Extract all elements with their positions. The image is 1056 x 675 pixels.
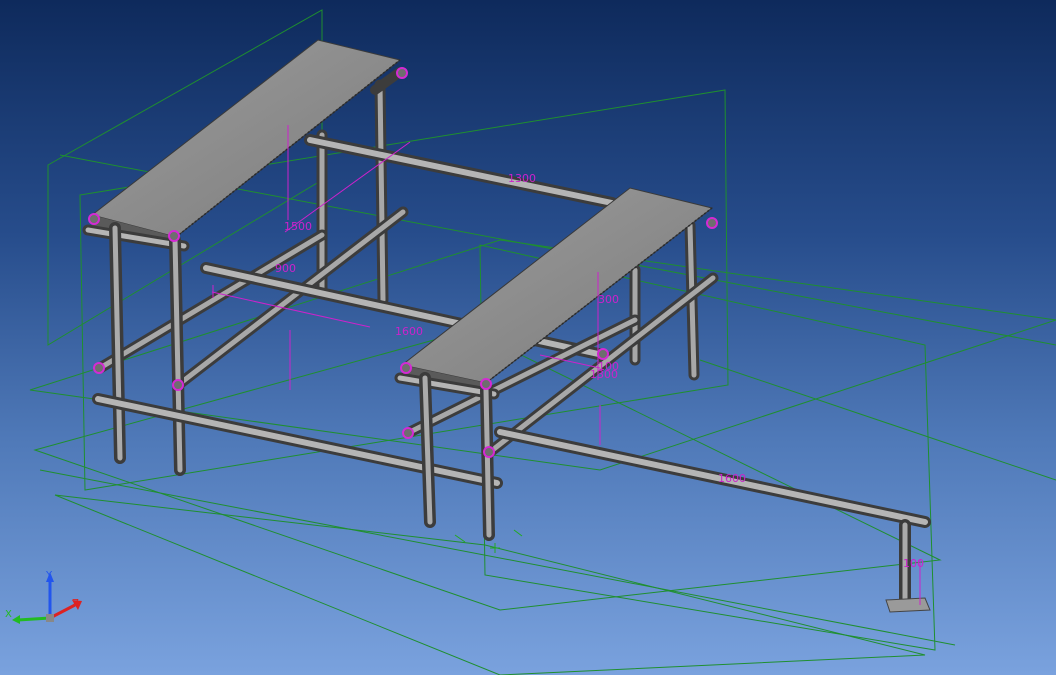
triad-z-label: Z <box>72 598 79 609</box>
dimension-label: 1500 <box>284 220 312 233</box>
coordinate-triad: Y Z X <box>5 570 82 624</box>
dimension-label: 1300 <box>508 172 536 185</box>
right-frame <box>419 372 931 613</box>
cad-3d-viewport[interactable]: 1500 900 1600 1300 300 1300 100 1600 100 <box>0 0 1056 675</box>
triad-y-label: Y <box>45 570 53 581</box>
dimension-label: 900 <box>275 262 296 275</box>
dimension-label: 100 <box>598 360 619 373</box>
dimension-label: 1600 <box>718 472 746 485</box>
dimension-label: 300 <box>598 293 619 306</box>
dimension-label: 100 <box>903 557 924 570</box>
dimension-label: 1600 <box>395 325 423 338</box>
triad-x-label: X <box>5 609 12 620</box>
model-scene[interactable]: 1500 900 1600 1300 300 1300 100 1600 100 <box>0 0 1056 675</box>
